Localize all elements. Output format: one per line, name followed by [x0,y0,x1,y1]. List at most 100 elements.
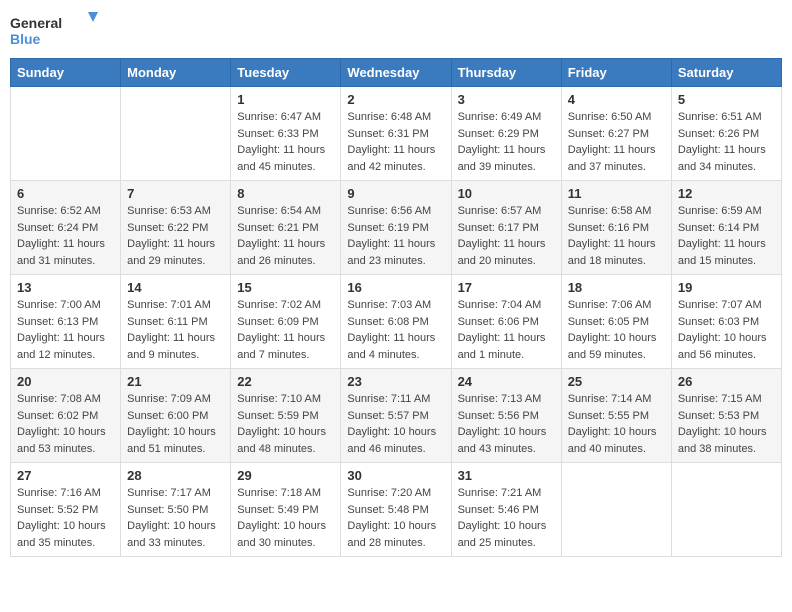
calendar-cell: 16 Sunrise: 7:03 AMSunset: 6:08 PMDayligh… [341,275,451,369]
calendar-cell: 30 Sunrise: 7:20 AMSunset: 5:48 PMDayligh… [341,463,451,557]
calendar-week-row: 20 Sunrise: 7:08 AMSunset: 6:02 PMDayligh… [11,369,782,463]
day-number: 29 [237,468,334,483]
day-info: Sunrise: 7:04 AMSunset: 6:06 PMDaylight:… [458,297,555,363]
logo-icon: General Blue [10,10,100,50]
day-info: Sunrise: 7:10 AMSunset: 5:59 PMDaylight:… [237,391,334,457]
calendar-header-thursday: Thursday [451,59,561,87]
day-number: 10 [458,186,555,201]
calendar-header-monday: Monday [121,59,231,87]
day-number: 21 [127,374,224,389]
day-info: Sunrise: 6:53 AMSunset: 6:22 PMDaylight:… [127,203,224,269]
day-info: Sunrise: 6:51 AMSunset: 6:26 PMDaylight:… [678,109,775,175]
calendar-cell: 31 Sunrise: 7:21 AMSunset: 5:46 PMDayligh… [451,463,561,557]
day-info: Sunrise: 7:01 AMSunset: 6:11 PMDaylight:… [127,297,224,363]
day-number: 3 [458,92,555,107]
calendar-cell: 29 Sunrise: 7:18 AMSunset: 5:49 PMDayligh… [231,463,341,557]
calendar-cell: 7 Sunrise: 6:53 AMSunset: 6:22 PMDaylight… [121,181,231,275]
calendar-cell: 4 Sunrise: 6:50 AMSunset: 6:27 PMDaylight… [561,87,671,181]
day-number: 8 [237,186,334,201]
calendar-week-row: 6 Sunrise: 6:52 AMSunset: 6:24 PMDaylight… [11,181,782,275]
calendar-cell: 1 Sunrise: 6:47 AMSunset: 6:33 PMDaylight… [231,87,341,181]
day-info: Sunrise: 6:47 AMSunset: 6:33 PMDaylight:… [237,109,334,175]
day-info: Sunrise: 6:59 AMSunset: 6:14 PMDaylight:… [678,203,775,269]
calendar-cell [11,87,121,181]
day-info: Sunrise: 6:50 AMSunset: 6:27 PMDaylight:… [568,109,665,175]
calendar-week-row: 13Sunrise: 7:00 AMSunset: 6:13 PMDayligh… [11,275,782,369]
page-header: General Blue [10,10,782,50]
calendar-cell: 13Sunrise: 7:00 AMSunset: 6:13 PMDayligh… [11,275,121,369]
day-number: 25 [568,374,665,389]
day-info: Sunrise: 6:52 AMSunset: 6:24 PMDaylight:… [17,203,114,269]
day-info: Sunrise: 7:21 AMSunset: 5:46 PMDaylight:… [458,485,555,551]
calendar-cell: 10 Sunrise: 6:57 AMSunset: 6:17 PMDayligh… [451,181,561,275]
calendar-header-wednesday: Wednesday [341,59,451,87]
day-number: 6 [17,186,114,201]
calendar-table: SundayMondayTuesdayWednesdayThursdayFrid… [10,58,782,557]
day-info: Sunrise: 6:49 AMSunset: 6:29 PMDaylight:… [458,109,555,175]
day-info: Sunrise: 6:57 AMSunset: 6:17 PMDaylight:… [458,203,555,269]
day-number: 23 [347,374,444,389]
calendar-cell: 15Sunrise: 7:02 AMSunset: 6:09 PMDayligh… [231,275,341,369]
day-number: 12 [678,186,775,201]
day-number: 28 [127,468,224,483]
day-info: Sunrise: 6:58 AMSunset: 6:16 PMDaylight:… [568,203,665,269]
day-number: 11 [568,186,665,201]
day-info: Sunrise: 7:18 AMSunset: 5:49 PMDaylight:… [237,485,334,551]
calendar-cell: 23 Sunrise: 7:11 AMSunset: 5:57 PMDayligh… [341,369,451,463]
calendar-cell: 18 Sunrise: 7:06 AMSunset: 6:05 PMDayligh… [561,275,671,369]
day-number: 13 [17,280,114,295]
day-number: 30 [347,468,444,483]
calendar-cell: 17 Sunrise: 7:04 AMSunset: 6:06 PMDayligh… [451,275,561,369]
day-info: Sunrise: 7:08 AMSunset: 6:02 PMDaylight:… [17,391,114,457]
day-number: 24 [458,374,555,389]
day-info: Sunrise: 7:03 AMSunset: 6:08 PMDaylight:… [347,297,444,363]
day-info: Sunrise: 6:56 AMSunset: 6:19 PMDaylight:… [347,203,444,269]
day-info: Sunrise: 7:14 AMSunset: 5:55 PMDaylight:… [568,391,665,457]
calendar-cell: 5 Sunrise: 6:51 AMSunset: 6:26 PMDaylight… [671,87,781,181]
day-number: 7 [127,186,224,201]
day-number: 16 [347,280,444,295]
day-number: 4 [568,92,665,107]
day-number: 27 [17,468,114,483]
calendar-cell [121,87,231,181]
calendar-header-row: SundayMondayTuesdayWednesdayThursdayFrid… [11,59,782,87]
calendar-cell: 12 Sunrise: 6:59 AMSunset: 6:14 PMDayligh… [671,181,781,275]
calendar-cell: 3 Sunrise: 6:49 AMSunset: 6:29 PMDaylight… [451,87,561,181]
day-info: Sunrise: 7:20 AMSunset: 5:48 PMDaylight:… [347,485,444,551]
calendar-week-row: 1 Sunrise: 6:47 AMSunset: 6:33 PMDaylight… [11,87,782,181]
calendar-cell: 22Sunrise: 7:10 AMSunset: 5:59 PMDayligh… [231,369,341,463]
day-info: Sunrise: 7:09 AMSunset: 6:00 PMDaylight:… [127,391,224,457]
calendar-cell: 25 Sunrise: 7:14 AMSunset: 5:55 PMDayligh… [561,369,671,463]
calendar-cell: 14 Sunrise: 7:01 AMSunset: 6:11 PMDayligh… [121,275,231,369]
day-info: Sunrise: 7:07 AMSunset: 6:03 PMDaylight:… [678,297,775,363]
day-info: Sunrise: 7:15 AMSunset: 5:53 PMDaylight:… [678,391,775,457]
calendar-header-saturday: Saturday [671,59,781,87]
day-info: Sunrise: 6:48 AMSunset: 6:31 PMDaylight:… [347,109,444,175]
day-info: Sunrise: 7:02 AMSunset: 6:09 PMDaylight:… [237,297,334,363]
calendar-header-tuesday: Tuesday [231,59,341,87]
calendar-cell: 27Sunrise: 7:16 AMSunset: 5:52 PMDayligh… [11,463,121,557]
calendar-cell [671,463,781,557]
day-number: 1 [237,92,334,107]
day-number: 17 [458,280,555,295]
day-number: 26 [678,374,775,389]
calendar-week-row: 27Sunrise: 7:16 AMSunset: 5:52 PMDayligh… [11,463,782,557]
calendar-cell: 28 Sunrise: 7:17 AMSunset: 5:50 PMDayligh… [121,463,231,557]
day-info: Sunrise: 6:54 AMSunset: 6:21 PMDaylight:… [237,203,334,269]
day-info: Sunrise: 7:06 AMSunset: 6:05 PMDaylight:… [568,297,665,363]
calendar-cell: 24Sunrise: 7:13 AMSunset: 5:56 PMDayligh… [451,369,561,463]
day-info: Sunrise: 7:11 AMSunset: 5:57 PMDaylight:… [347,391,444,457]
calendar-cell: 20 Sunrise: 7:08 AMSunset: 6:02 PMDayligh… [11,369,121,463]
day-number: 20 [17,374,114,389]
calendar-cell: 2Sunrise: 6:48 AMSunset: 6:31 PMDaylight… [341,87,451,181]
day-number: 5 [678,92,775,107]
day-number: 14 [127,280,224,295]
day-number: 31 [458,468,555,483]
day-number: 18 [568,280,665,295]
calendar-cell: 9 Sunrise: 6:56 AMSunset: 6:19 PMDaylight… [341,181,451,275]
day-info: Sunrise: 7:17 AMSunset: 5:50 PMDaylight:… [127,485,224,551]
day-number: 19 [678,280,775,295]
calendar-cell: 6 Sunrise: 6:52 AMSunset: 6:24 PMDaylight… [11,181,121,275]
day-number: 9 [347,186,444,201]
calendar-header-friday: Friday [561,59,671,87]
